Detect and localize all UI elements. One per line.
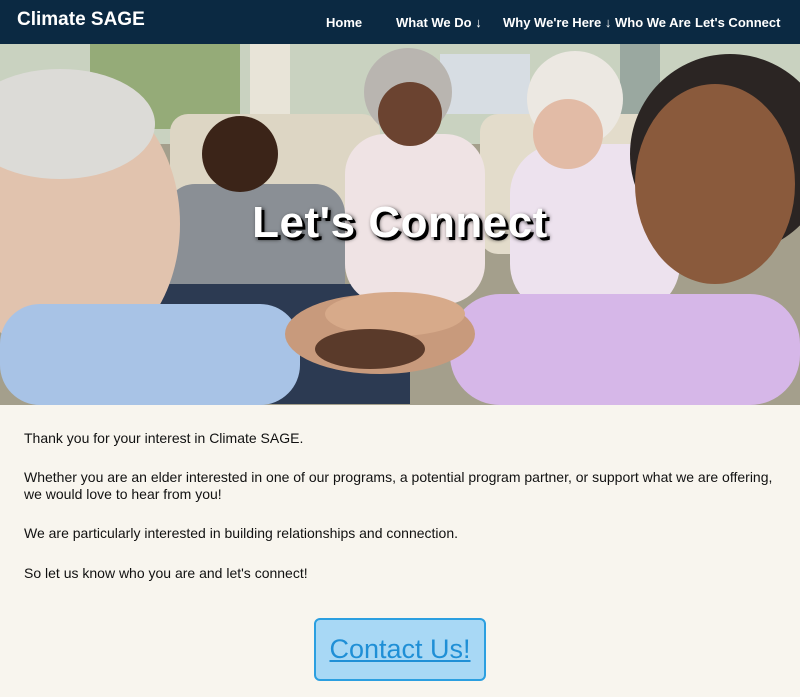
nav-lets-connect[interactable]: Let's Connect	[695, 15, 780, 30]
audience-paragraph: Whether you are an elder interested in o…	[24, 469, 773, 502]
site-logo[interactable]: Climate SAGE	[17, 9, 145, 31]
intro-paragraph: Thank you for your interest in Climate S…	[24, 430, 304, 446]
nav-home[interactable]: Home	[326, 15, 362, 30]
interest-paragraph: We are particularly interested in buildi…	[24, 525, 458, 541]
nav-who-we-are[interactable]: Who We Are	[615, 15, 691, 30]
hero-banner: Let's Connect	[0, 44, 800, 405]
contact-us-button[interactable]: Contact Us!	[314, 618, 486, 681]
closing-paragraph: So let us know who you are and let's con…	[24, 565, 308, 581]
nav-why-were-here[interactable]: Why We're Here ↓	[503, 15, 611, 30]
top-navbar: Climate SAGE Home What We Do ↓ Why We're…	[0, 0, 800, 44]
hero-title: Let's Connect	[252, 198, 548, 247]
nav-what-we-do[interactable]: What We Do ↓	[396, 15, 482, 30]
